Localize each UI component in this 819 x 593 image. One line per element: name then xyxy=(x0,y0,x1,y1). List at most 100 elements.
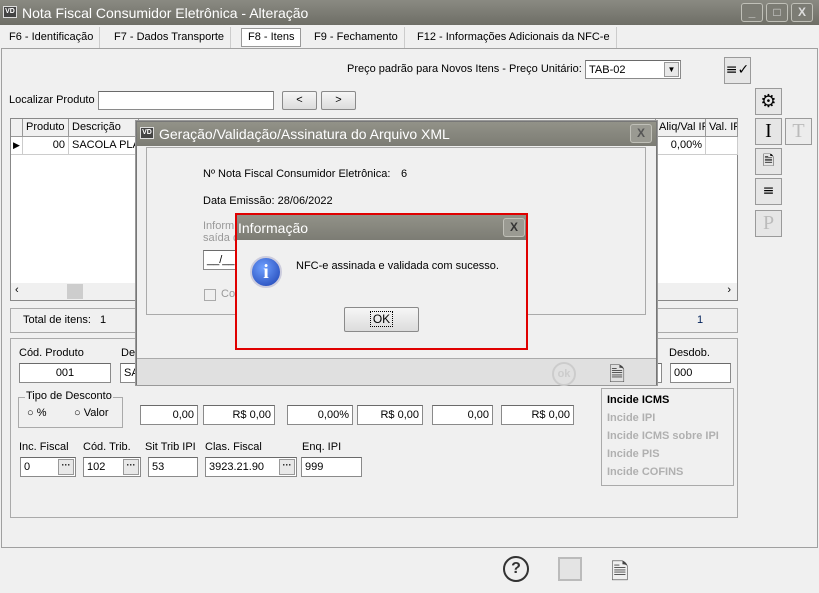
P-icon[interactable]: P xyxy=(755,210,782,237)
price-label: Preço padrão para Novos Itens - Preço Un… xyxy=(347,63,582,75)
tab-informacoes-adicionais[interactable]: F12 - Informações Adicionais da NFC-e xyxy=(411,27,617,48)
enq-ipi-input[interactable]: 999 xyxy=(301,457,362,477)
row-indicator-header xyxy=(11,119,23,137)
info-text-1: Inform xyxy=(203,220,235,232)
search-label: Localizar Produto xyxy=(9,94,95,106)
cod-trib-input[interactable]: 102 ··· xyxy=(83,457,141,477)
ok-icon[interactable]: ok xyxy=(552,362,576,386)
clas-fiscal-input[interactable]: 3923.21.90 ··· xyxy=(205,457,297,477)
scroll-left-icon[interactable]: ‹ xyxy=(15,284,19,296)
valor-icms-input[interactable]: R$ 0,00 xyxy=(501,405,574,425)
radio-percent[interactable]: ○ % xyxy=(27,407,46,419)
inc-fiscal-value: 0 xyxy=(24,461,31,473)
desconto-percent-input[interactable]: 0,00 xyxy=(140,405,198,425)
aliq-ipi-input[interactable]: 0,00% xyxy=(287,405,353,425)
total-right-value: 1 xyxy=(697,314,704,326)
desdob-input[interactable]: 000 xyxy=(670,363,731,383)
aliq-icms-input[interactable]: 0,00 xyxy=(432,405,493,425)
incide-cofins[interactable]: Incide COFINS xyxy=(607,463,728,481)
ok-button[interactable]: OK xyxy=(344,307,419,332)
save-icon[interactable] xyxy=(558,557,582,581)
tipo-desconto-group: Tipo de Desconto ○ % ○ Valor xyxy=(18,390,123,428)
document-cancel-icon[interactable]: 🗎 xyxy=(755,148,782,175)
info-dialog-title-bar: Informação X xyxy=(237,215,526,240)
inc-fiscal-label: Inc. Fiscal xyxy=(19,441,69,453)
text-T-icon[interactable]: T xyxy=(785,118,812,145)
list-check-icon[interactable]: ≡✓ xyxy=(724,57,751,84)
incide-icms[interactable]: Incide ICMS xyxy=(607,391,728,409)
total-value: 1 xyxy=(100,314,107,326)
scroll-thumb[interactable] xyxy=(67,284,83,299)
settings-gear-icon[interactable]: ⚙ xyxy=(755,88,782,115)
tab-itens[interactable]: F8 - Itens xyxy=(241,28,302,47)
italic-I-icon[interactable]: I xyxy=(755,118,782,145)
inc-fiscal-input[interactable]: 0 ··· xyxy=(20,457,76,477)
info-dialog: Informação X i NFC-e assinada e validada… xyxy=(235,213,528,350)
list-check-icon[interactable]: ≡ xyxy=(755,178,782,205)
ellipsis-button[interactable]: ··· xyxy=(279,459,295,475)
xml-dialog-title-bar: VD Geração/Validação/Assinatura do Arqui… xyxy=(137,122,656,146)
valor-ipi-input[interactable]: R$ 0,00 xyxy=(357,405,423,425)
document-cancel-icon[interactable]: 🗎 xyxy=(611,555,629,593)
search-input[interactable] xyxy=(98,91,274,110)
info-icon: i xyxy=(250,256,282,288)
window-title: Nota Fiscal Consumidor Eletrônica - Alte… xyxy=(22,5,309,21)
scroll-right-icon[interactable]: › xyxy=(727,284,731,296)
cell-produto[interactable]: 00 xyxy=(23,137,69,155)
chevron-down-icon[interactable]: ▼ xyxy=(664,62,679,77)
column-produto[interactable]: Produto xyxy=(23,119,69,137)
info-dialog-title: Informação xyxy=(238,220,309,236)
sit-trib-label: Sit Trib IPI xyxy=(145,441,196,453)
checkbox[interactable] xyxy=(204,289,216,301)
clas-fiscal-value: 3923.21.90 xyxy=(209,461,265,473)
radio-percent-label: % xyxy=(36,407,47,419)
prev-button[interactable]: < xyxy=(282,91,317,110)
ellipsis-button[interactable]: ··· xyxy=(58,459,74,475)
ellipsis-button[interactable]: ··· xyxy=(123,459,139,475)
radio-valor[interactable]: ○ Valor xyxy=(74,407,109,419)
cod-trib-label: Cód. Trib. xyxy=(83,441,131,453)
incide-pis[interactable]: Incide PIS xyxy=(607,445,728,463)
tab-dados-transporte[interactable]: F7 - Dados Transporte xyxy=(108,27,232,48)
ok-label: OK xyxy=(369,311,394,327)
nf-label: Nº Nota Fiscal Consumidor Eletrônica: xyxy=(203,168,391,180)
help-icon[interactable]: ? xyxy=(503,556,529,582)
column-descricao[interactable]: Descrição xyxy=(69,119,139,137)
xml-dialog-footer: ok 🗎 xyxy=(137,358,656,386)
nf-value: 6 xyxy=(401,168,408,180)
info-message: NFC-e assinada e validada com sucesso. xyxy=(296,260,499,272)
price-select[interactable]: TAB-02 ▼ xyxy=(585,60,681,79)
tab-identificacao[interactable]: F6 - Identificação xyxy=(3,27,101,48)
next-button[interactable]: > xyxy=(321,91,356,110)
total-label: Total de itens: xyxy=(23,314,91,326)
minimize-button[interactable]: _ xyxy=(741,3,763,22)
close-button[interactable]: X xyxy=(503,218,525,237)
maximize-button[interactable]: □ xyxy=(766,3,788,22)
cod-trib-value: 102 xyxy=(87,461,106,473)
cod-produto-label: Cód. Produto xyxy=(19,347,84,359)
price-value: TAB-02 xyxy=(589,64,626,76)
incide-icms-sobre-ipi[interactable]: Incide ICMS sobre IPI xyxy=(607,427,728,445)
document-cancel-icon[interactable]: 🗎 xyxy=(609,360,625,394)
app-icon: VD xyxy=(3,6,17,18)
cell-val[interactable] xyxy=(706,137,738,155)
data-emissao: Data Emissão: 28/06/2022 xyxy=(203,195,333,207)
cell-aliq[interactable]: 0,00% xyxy=(656,137,706,155)
info-text-2: saída d xyxy=(203,232,240,244)
close-button[interactable]: X xyxy=(791,3,813,22)
close-button[interactable]: X xyxy=(630,124,652,143)
title-bar: VD Nota Fiscal Consumidor Eletrônica - A… xyxy=(0,0,819,25)
sit-trib-input[interactable]: 53 xyxy=(148,457,198,477)
cod-produto-input[interactable]: 001 xyxy=(19,363,111,383)
clas-fiscal-label: Clas. Fiscal xyxy=(205,441,262,453)
desdob-label: Desdob. xyxy=(669,347,710,359)
cell-descricao[interactable]: SACOLA PLÁS xyxy=(69,137,139,155)
checkbox-label: Co xyxy=(221,288,236,300)
valor-desconto-input[interactable]: R$ 0,00 xyxy=(203,405,275,425)
tab-fechamento[interactable]: F9 - Fechamento xyxy=(308,27,405,48)
enq-ipi-label: Enq. IPI xyxy=(302,441,342,453)
incide-ipi[interactable]: Incide IPI xyxy=(607,409,728,427)
app-icon: VD xyxy=(140,127,154,139)
column-aliq-val-ipi[interactable]: Aliq/Val IP xyxy=(656,119,706,137)
column-val-ipi[interactable]: Val. IP xyxy=(706,119,738,137)
